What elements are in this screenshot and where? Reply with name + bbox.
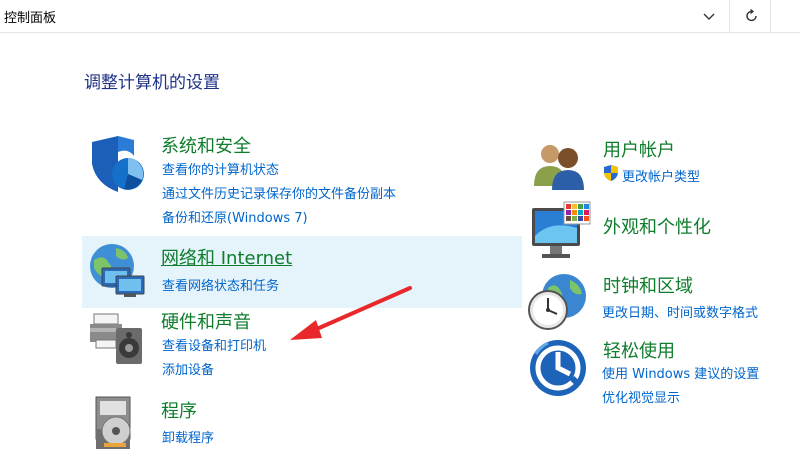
link-windows-suggested-settings[interactable]: 使用 Windows 建议的设置 [602, 363, 759, 382]
annotation-arrow-icon [290, 286, 412, 340]
link-change-account-type[interactable]: 更改帐户类型 [622, 166, 700, 185]
ease-of-access-icon[interactable] [528, 338, 588, 402]
refresh-icon [746, 8, 757, 22]
category-title-ease-of-access[interactable]: 轻松使用 [603, 337, 675, 363]
link-add-device[interactable]: 添加设备 [162, 359, 214, 378]
category-title-clock-region[interactable]: 时钟和区域 [603, 272, 693, 298]
link-view-computer-status[interactable]: 查看你的计算机状态 [162, 159, 279, 178]
shield-security-icon[interactable] [88, 134, 146, 198]
address-divider [729, 0, 730, 32]
category-title-hardware-sound[interactable]: 硬件和声音 [161, 308, 251, 334]
link-file-history-backup[interactable]: 通过文件历史记录保存你的文件备份副本 [162, 183, 396, 202]
category-title-network-internet[interactable]: 网络和 Internet [161, 244, 292, 270]
clock-globe-icon[interactable] [526, 272, 590, 336]
programs-disc-icon[interactable] [92, 395, 138, 455]
category-title-appearance[interactable]: 外观和个性化 [603, 213, 711, 239]
page-title: 调整计算机的设置 [84, 73, 220, 93]
category-title-programs[interactable]: 程序 [161, 397, 197, 423]
users-icon[interactable] [532, 140, 588, 194]
category-title-user-accounts[interactable]: 用户帐户 [603, 136, 675, 162]
link-view-network-status[interactable]: 查看网络状态和任务 [162, 275, 279, 294]
link-optimize-visual-display[interactable]: 优化视觉显示 [602, 387, 680, 406]
link-uninstall-program[interactable]: 卸载程序 [162, 427, 214, 446]
refresh-button[interactable] [734, 0, 771, 32]
chevron-down-icon [703, 13, 715, 20]
monitor-palette-icon[interactable] [530, 200, 592, 266]
network-globe-icon[interactable] [86, 240, 148, 304]
link-backup-restore[interactable]: 备份和还原(Windows 7) [162, 207, 308, 226]
address-bar[interactable]: 控制面板 [0, 0, 800, 33]
address-text[interactable]: 控制面板 [4, 7, 56, 26]
link-change-date-time-format[interactable]: 更改日期、时间或数字格式 [602, 302, 758, 321]
category-title-system-security[interactable]: 系统和安全 [161, 132, 251, 158]
printer-speaker-icon[interactable] [86, 308, 148, 370]
link-view-devices-printers[interactable]: 查看设备和打印机 [162, 335, 266, 354]
address-dropdown-button[interactable] [690, 0, 728, 32]
uac-shield-icon [602, 164, 620, 186]
